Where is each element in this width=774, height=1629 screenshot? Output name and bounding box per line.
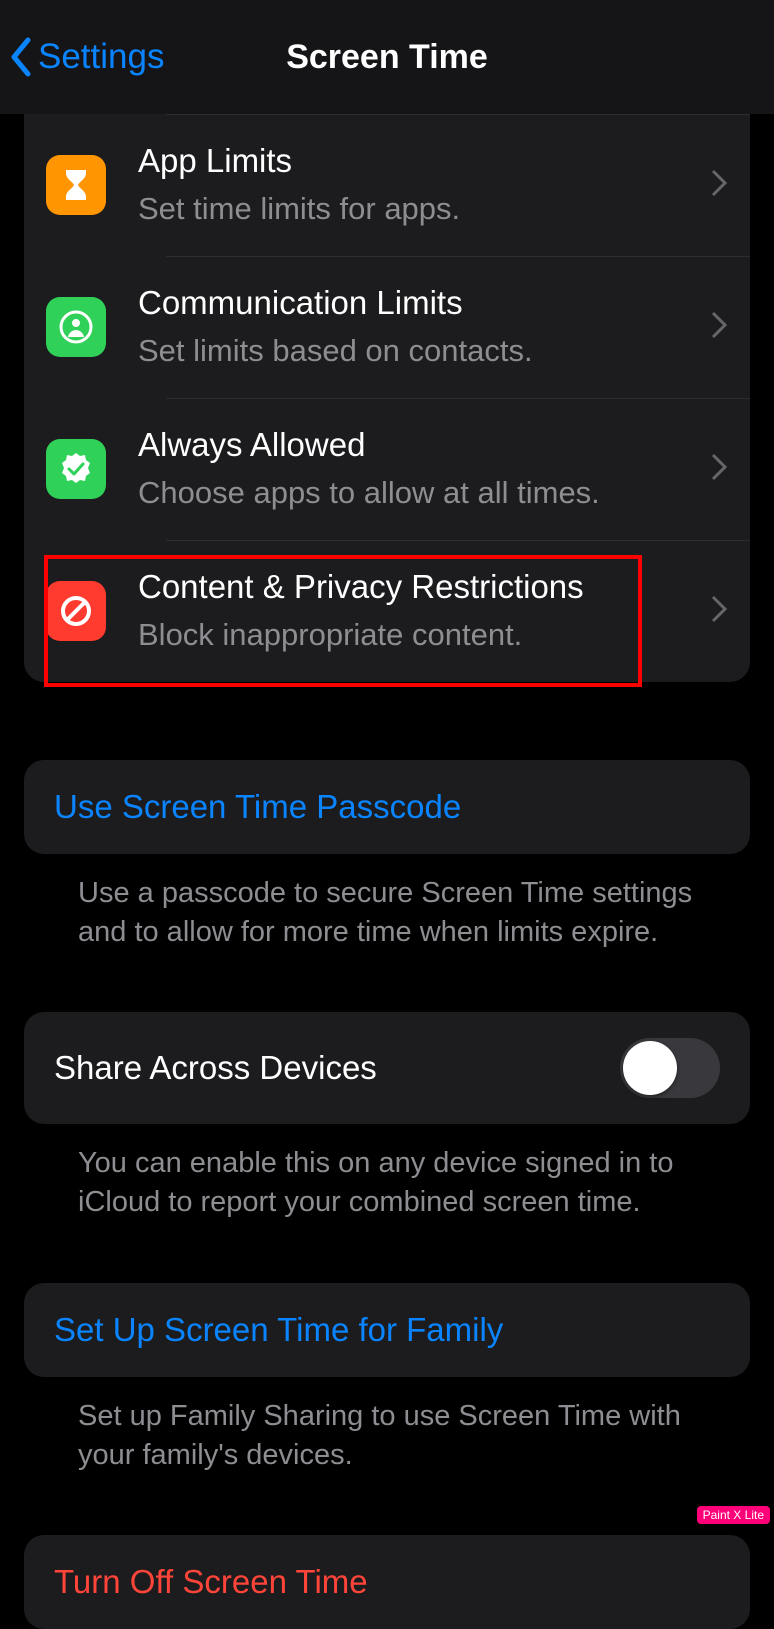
chevron-right-icon	[710, 310, 728, 345]
chevron-left-icon	[8, 36, 36, 78]
row-sub: Choose apps to allow at all times.	[138, 472, 710, 514]
share-across-devices-row: Share Across Devices	[24, 1012, 750, 1124]
row-app-limits[interactable]: App Limits Set time limits for apps.	[24, 114, 750, 256]
chevron-right-icon	[710, 452, 728, 487]
passcode-hint: Use a passcode to secure Screen Time set…	[78, 874, 720, 952]
row-sub: Block inappropriate content.	[138, 614, 710, 656]
navbar: Settings Screen Time	[0, 0, 774, 114]
watermark: Paint X Lite	[697, 1506, 770, 1524]
row-always-allowed[interactable]: Always Allowed Choose apps to allow at a…	[24, 398, 750, 540]
turn-off-button[interactable]: Turn Off Screen Time	[24, 1535, 750, 1629]
family-hint: Set up Family Sharing to use Screen Time…	[78, 1397, 720, 1475]
row-title: Content & Privacy Restrictions	[138, 566, 710, 607]
row-title: Communication Limits	[138, 282, 710, 323]
back-button[interactable]: Settings	[8, 36, 164, 78]
use-passcode-button[interactable]: Use Screen Time Passcode	[24, 760, 750, 854]
chevron-right-icon	[710, 594, 728, 629]
share-toggle[interactable]	[620, 1038, 720, 1098]
page-title: Screen Time	[286, 38, 488, 77]
row-sub: Set limits based on contacts.	[138, 330, 710, 372]
chevron-right-icon	[710, 168, 728, 203]
row-title: Always Allowed	[138, 424, 710, 465]
row-content-privacy[interactable]: Content & Privacy Restrictions Block ina…	[24, 540, 750, 682]
limits-section: App Limits Set time limits for apps. Com…	[24, 114, 750, 682]
share-hint: You can enable this on any device signed…	[78, 1144, 720, 1222]
row-communication-limits[interactable]: Communication Limits Set limits based on…	[24, 256, 750, 398]
share-label: Share Across Devices	[54, 1049, 377, 1087]
setup-family-button[interactable]: Set Up Screen Time for Family	[24, 1283, 750, 1377]
row-title: App Limits	[138, 140, 710, 181]
row-sub: Set time limits for apps.	[138, 188, 710, 230]
contact-circle-icon	[46, 297, 106, 357]
hourglass-icon	[46, 155, 106, 215]
back-label: Settings	[38, 37, 164, 77]
no-entry-icon	[46, 581, 106, 641]
verified-badge-icon	[46, 439, 106, 499]
